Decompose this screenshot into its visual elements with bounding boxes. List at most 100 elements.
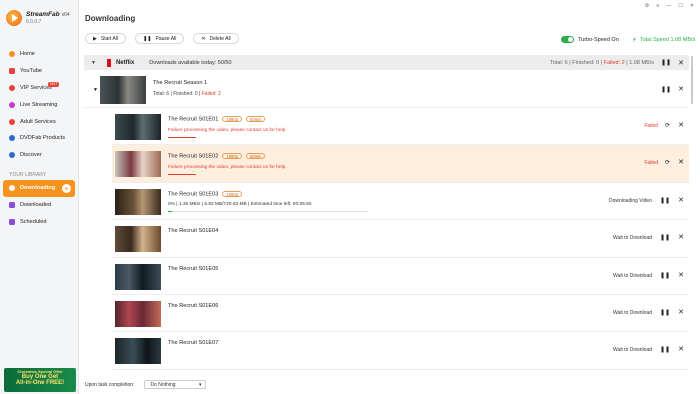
vip-icon — [9, 84, 15, 91]
library-heading: YOUR LIBRARY — [9, 172, 47, 178]
promo-line3: All-in-One FREE! — [15, 380, 65, 386]
episode-status: Failed — [644, 123, 658, 129]
delete-all-button[interactable]: ✕ Delete All — [193, 33, 239, 44]
settings-icon[interactable]: ⚙ — [645, 3, 649, 9]
episode-thumbnail — [115, 151, 161, 178]
window-controls: ⚙ ≡ — ☐ ✕ — [645, 3, 694, 9]
remove-icon[interactable]: ✕ — [678, 308, 684, 316]
collapse-chevron-icon[interactable]: ▼ — [91, 60, 96, 66]
sidebar-item-label: Adult Services — [20, 118, 56, 125]
scheduled-icon — [9, 218, 15, 225]
sidebar-item-adult-services[interactable]: Adult Services — [0, 113, 79, 130]
pause-icon: ❚❚ — [143, 35, 152, 42]
sidebar-item-discover[interactable]: Discover — [0, 147, 79, 164]
episode-title: The Recruit S01E03 — [168, 191, 219, 198]
sidebar-item-downloaded[interactable]: Downloaded — [0, 197, 79, 214]
pause-icon[interactable]: ❚❚ — [660, 197, 670, 204]
group-total: Total: 6 — [550, 59, 568, 66]
sidebar-item-label: DVDFab Products — [20, 135, 66, 142]
sidebar-item-scheduled[interactable]: Scheduled — [0, 214, 79, 231]
season-failed: Failed: 2 — [201, 91, 221, 97]
season-finished: Finished: 0 — [173, 91, 198, 97]
season-total: Total: 6 — [153, 91, 170, 97]
sidebar-item-home[interactable]: Home — [0, 46, 79, 63]
sidebar-item-label: Downloading — [20, 185, 56, 192]
episode-title-line: The Recruit S01E01 1080p 60min — [168, 116, 266, 122]
episode-title: The Recruit S01E06 — [168, 302, 219, 309]
season-close-icon[interactable]: ✕ — [678, 85, 684, 93]
sidebar-item-vip-services[interactable]: VIP Services HOT — [0, 80, 79, 97]
failed-progress-bar — [168, 174, 196, 176]
pause-all-button[interactable]: ❚❚ Pause All — [135, 33, 185, 44]
app-version: 6.0.0.7 — [26, 18, 42, 25]
episode-row: The Recruit S01E06 Wait to Download ❚❚ ✕ — [112, 295, 689, 333]
remove-icon[interactable]: ✕ — [678, 345, 684, 353]
play-icon: ▶ — [93, 35, 97, 42]
minimize-icon[interactable]: — — [666, 3, 671, 9]
toggle-switch[interactable] — [561, 36, 574, 43]
sidebar-item-live-streaming[interactable]: Live Streaming — [0, 96, 79, 113]
group-stats: Total: 6 | Finished: 0 | Failed: 2 | 1.0… — [550, 59, 655, 66]
episode-thumbnail — [115, 226, 161, 253]
pause-icon[interactable]: ❚❚ — [660, 234, 670, 241]
group-pause-icon[interactable]: ❚❚ — [661, 59, 671, 66]
retry-icon[interactable]: ⟳ — [665, 159, 670, 166]
chevron-down-icon: ▾ — [198, 381, 202, 388]
remove-icon[interactable]: ✕ — [678, 158, 684, 166]
start-all-button[interactable]: ▶ Start All — [85, 33, 127, 44]
downloads-available: Downloads available today: 50/50 — [149, 59, 232, 66]
sidebar-item-downloading[interactable]: Downloading 6 — [3, 180, 75, 197]
hot-badge: HOT — [48, 81, 60, 87]
pause-icon[interactable]: ❚❚ — [660, 272, 670, 279]
delete-all-label: Delete All — [209, 35, 231, 42]
resolution-tag: 1080p — [222, 153, 243, 160]
brand: StreamFab x64 6.0.0.7 — [6, 10, 70, 26]
pause-icon[interactable]: ❚❚ — [660, 346, 670, 353]
sidebar-item-youtube[interactable]: YouTube — [0, 63, 79, 80]
episode-title-line: The Recruit S01E03 1080p — [168, 190, 243, 198]
service-group-header: ▼ Netflix Downloads available today: 50/… — [84, 55, 689, 70]
episode-row: The Recruit S01E07 Wait to Download ❚❚ ✕ — [112, 332, 689, 370]
download-progress-fill — [168, 210, 172, 212]
toolbar: ▶ Start All ❚❚ Pause All ✕ Delete All — [85, 33, 239, 44]
downloading-count-badge: 6 — [62, 184, 71, 193]
total-speed-label: Total Speed 1.08 MB/s — [639, 37, 696, 43]
streamfab-logo-icon — [6, 10, 22, 26]
download-icon — [9, 185, 15, 192]
start-all-label: Start All — [100, 35, 119, 42]
close-icon[interactable]: ✕ — [690, 3, 694, 9]
remove-icon[interactable]: ✕ — [678, 196, 684, 204]
error-message: Failure processing the video, please con… — [168, 165, 287, 171]
season-title: The Recruit Season 1 — [153, 80, 208, 86]
task-completion-select[interactable]: Do Nothing ▾ — [144, 380, 207, 389]
episode-row: The Recruit S01E02 1080p 66min Failure pro… — [112, 145, 689, 183]
maximize-icon[interactable]: ☐ — [678, 3, 682, 9]
episode-row: The Recruit S01E03 1080p 0% | 1.35 MB/s |… — [112, 183, 689, 221]
sidebar-item-dvdfab-products[interactable]: DVDFab Products — [0, 130, 79, 147]
sidebar-item-label: Home — [20, 51, 35, 58]
remove-icon[interactable]: ✕ — [678, 121, 684, 129]
season-pause-icon[interactable]: ❚❚ — [661, 86, 671, 93]
pause-all-label: Pause All — [155, 35, 177, 42]
episode-title: The Recruit S01E07 — [168, 340, 219, 347]
pause-icon[interactable]: ❚❚ — [660, 309, 670, 316]
retry-icon[interactable]: ⟳ — [665, 122, 670, 129]
remove-icon[interactable]: ✕ — [678, 233, 684, 241]
promo-banner[interactable]: Christmas Special Offer Buy One Get All-… — [4, 368, 76, 392]
dvdfab-icon — [9, 135, 15, 142]
resolution-tag: 1080p — [222, 116, 243, 122]
season-row: ▼ The Recruit Season 1 Total: 6 | Finish… — [84, 72, 689, 108]
sidebar-nav: Home YouTube VIP Services HOT Live Strea… — [0, 46, 79, 164]
scrollbar[interactable] — [691, 56, 693, 104]
season-collapse-chevron-icon[interactable]: ▼ — [93, 87, 98, 93]
episode-title: The Recruit S01E02 — [168, 153, 219, 160]
total-speed: ⚡ Total Speed 1.08 MB/s — [632, 36, 695, 44]
app-edition: x64 — [61, 11, 70, 18]
episode-thumbnail — [115, 114, 161, 140]
turbo-speed-toggle[interactable]: Turbo-Speed On — [561, 36, 619, 43]
remove-icon[interactable]: ✕ — [678, 271, 684, 279]
lightning-icon: ⚡ — [632, 37, 637, 44]
menu-icon[interactable]: ≡ — [656, 3, 659, 9]
youtube-icon — [9, 68, 15, 75]
group-close-icon[interactable]: ✕ — [678, 59, 684, 67]
